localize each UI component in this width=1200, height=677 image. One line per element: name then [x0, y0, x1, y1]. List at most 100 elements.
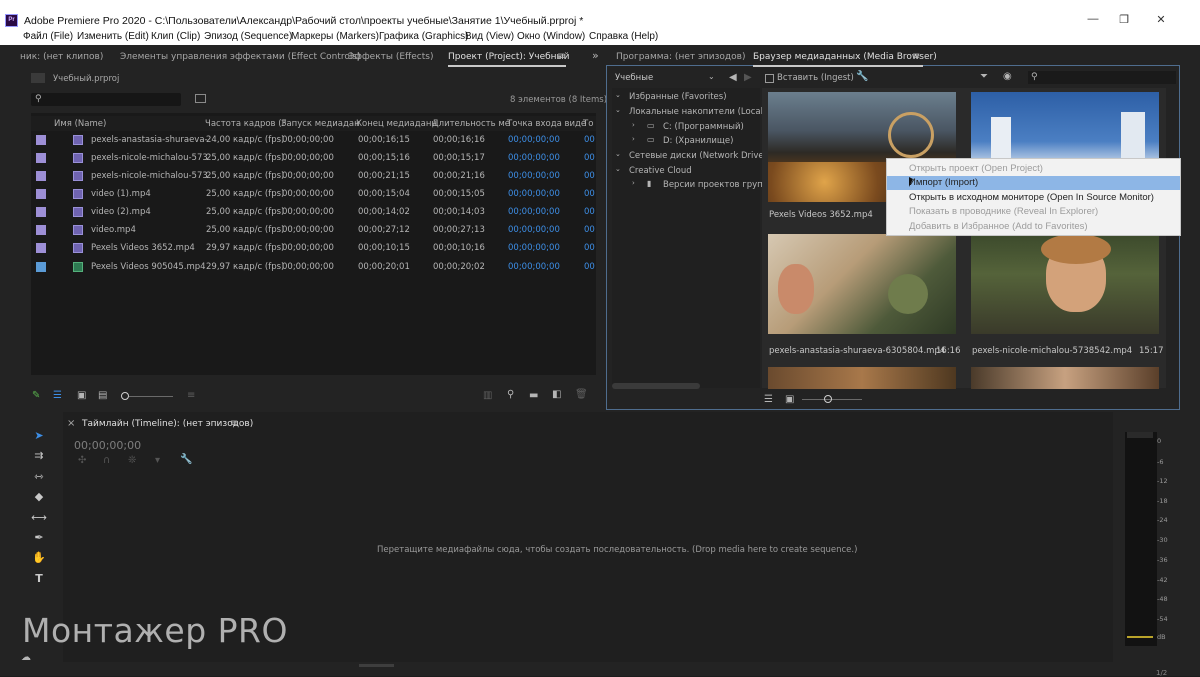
col-media-end[interactable]: Конец медиаданн	[356, 119, 437, 129]
table-row[interactable]: Pexels Videos 905045.mp4 29,97 кадр/с (f…	[31, 258, 596, 276]
clip-in-point[interactable]: 00;00;00;00	[508, 207, 560, 217]
clip-name[interactable]: video.mp4	[91, 225, 136, 235]
selection-tool-icon[interactable]: ➤	[30, 428, 48, 444]
back-arrow-icon[interactable]: ◀	[729, 73, 737, 83]
zoom-slider-handle[interactable]	[121, 392, 129, 400]
tree-drive-c[interactable]: C: (Программный)	[663, 122, 744, 132]
tree-team-project-versions[interactable]: Версии проектов группы	[663, 180, 775, 190]
thumbnail-zoom-track[interactable]	[802, 399, 862, 400]
clip-in-point[interactable]: 00;00;00;00	[508, 262, 560, 272]
chevron-right-icon[interactable]: ›	[632, 135, 635, 143]
wrench-icon[interactable]: 🔧	[856, 72, 868, 82]
table-row[interactable]: video.mp4 25,00 кадр/с (fps) 00;00;00;00…	[31, 221, 596, 239]
clip-name[interactable]: Pexels Videos 905045.mp4	[91, 262, 206, 272]
clip-in-point[interactable]: 00;00;00;00	[508, 171, 560, 181]
table-row[interactable]: pexels-nicole-michalou-573 25,00 кадр/с …	[31, 167, 596, 185]
tree-drive-d[interactable]: D: (Хранилище)	[663, 136, 733, 146]
label-color-swatch[interactable]	[36, 243, 46, 253]
label-color-swatch[interactable]	[36, 171, 46, 181]
clip-out-point[interactable]: 00	[584, 225, 595, 235]
thumbnail-zoom-handle[interactable]	[824, 395, 832, 403]
menu-sequence[interactable]: Эпизод (Sequence)	[204, 31, 292, 42]
clip-out-point[interactable]: 00	[584, 262, 595, 272]
clip-in-point[interactable]: 00;00;00;00	[508, 135, 560, 145]
icon-view-icon[interactable]: ▣	[77, 391, 86, 401]
label-color-swatch[interactable]	[36, 225, 46, 235]
clip-out-point[interactable]: 00	[584, 189, 595, 199]
panel-menu-icon[interactable]: ≡	[557, 52, 565, 62]
thumbnail-view-icon[interactable]: ▣	[785, 395, 794, 405]
clip-out-point[interactable]: 00	[584, 171, 595, 181]
chevron-down-icon[interactable]: ⌄	[615, 165, 621, 173]
slip-tool-icon[interactable]: ⟷	[30, 510, 48, 526]
linked-selection-icon[interactable]: ❊	[128, 456, 136, 466]
track-select-tool-icon[interactable]: ⇉	[30, 448, 48, 464]
clip-in-point[interactable]: 00;00;00;00	[508, 225, 560, 235]
automate-to-sequence-icon[interactable]: ▥	[483, 391, 492, 401]
tab-timeline[interactable]: Таймлайн (Timeline): (нет эпизодов)	[82, 419, 253, 429]
tree-network-drives[interactable]: Сетевые диски (Network Drives)	[629, 151, 771, 161]
media-search-input[interactable]: ⚲	[1028, 71, 1176, 84]
tree-horizontal-scrollbar[interactable]	[612, 383, 700, 389]
label-color-swatch[interactable]	[36, 189, 46, 199]
timeline-settings-wrench-icon[interactable]: 🔧	[180, 455, 192, 465]
menu-help[interactable]: Справка (Help)	[589, 31, 658, 42]
minimize-button[interactable]: —	[1078, 13, 1108, 25]
chevron-down-icon[interactable]: ⌄	[615, 150, 621, 158]
list-view-icon[interactable]: ☰	[53, 391, 62, 401]
timeline-scrollbar[interactable]	[359, 664, 394, 667]
label-color-swatch[interactable]	[36, 135, 46, 145]
table-row[interactable]: pexels-anastasia-shuraeva- 24,00 кадр/с …	[31, 131, 596, 149]
clip-in-point[interactable]: 00;00;00;00	[508, 243, 560, 253]
list-view-icon[interactable]: ☰	[764, 395, 773, 405]
ingest-checkbox[interactable]	[765, 74, 774, 83]
clip-name[interactable]: video (1).mp4	[91, 189, 151, 199]
panel-menu-icon[interactable]: ≡	[912, 52, 920, 62]
close-window-button[interactable]: ✕	[1146, 13, 1176, 26]
clip-name[interactable]: pexels-nicole-michalou-573	[91, 153, 208, 163]
table-row[interactable]: video (2).mp4 25,00 кадр/с (fps) 00;00;0…	[31, 203, 596, 221]
col-frame-rate[interactable]: Частота кадров (F	[205, 119, 286, 129]
label-color-swatch[interactable]	[36, 207, 46, 217]
type-tool-icon[interactable]: T	[30, 571, 48, 587]
ripple-edit-tool-icon[interactable]: ⇿	[30, 469, 48, 485]
tab-effects[interactable]: Эффекты (Effects)	[348, 52, 433, 62]
clip-out-point[interactable]: 00	[584, 135, 595, 145]
view-options-eye-icon[interactable]: ◉	[1003, 72, 1012, 82]
razor-tool-icon[interactable]: ◆	[30, 489, 48, 505]
tab-media-browser[interactable]: Браузер медиаданных (Media Browser)	[753, 52, 937, 62]
menu-item-reveal-in-explorer[interactable]: Показать в проводнике (Reveal In Explore…	[887, 205, 1180, 219]
pen-tool-icon[interactable]: ✒	[30, 530, 48, 546]
media-thumbnail[interactable]	[971, 367, 1159, 389]
table-row[interactable]: video (1).mp4 25,00 кадр/с (fps) 00;00;0…	[31, 185, 596, 203]
menu-graphics[interactable]: Графика (Graphics)	[379, 31, 468, 42]
tree-local-drives[interactable]: Локальные накопители (Local Driv	[629, 107, 783, 117]
tabs-overflow-icon[interactable]: »	[592, 50, 599, 61]
media-thumbnail[interactable]	[768, 367, 956, 389]
tree-favorites[interactable]: Избранные (Favorites)	[629, 92, 727, 102]
clip-in-point[interactable]: 00;00;00;00	[508, 153, 560, 163]
clip-name[interactable]: video (2).mp4	[91, 207, 151, 217]
media-thumbnail[interactable]	[971, 234, 1159, 334]
menu-item-add-to-favorites[interactable]: Добавить в Избранное (Add to Favorites)	[887, 220, 1180, 234]
filter-icon[interactable]: ⏷	[980, 72, 988, 82]
media-thumbnail[interactable]	[768, 234, 956, 334]
new-bin-icon[interactable]: ▬	[529, 391, 538, 401]
label-color-swatch[interactable]	[36, 262, 46, 272]
table-row[interactable]: Pexels Videos 3652.mp4 29,97 кадр/с (fps…	[31, 239, 596, 257]
menu-edit[interactable]: Изменить (Edit)	[77, 31, 149, 42]
col-media-start[interactable]: Запуск медиадан	[281, 119, 360, 129]
menu-item-open-project[interactable]: Открыть проект (Open Project)	[887, 162, 1180, 176]
col-video-in-point[interactable]: Точка входа виде	[507, 119, 586, 129]
clip-name[interactable]: pexels-nicole-michalou-573	[91, 171, 208, 181]
freeform-view-icon[interactable]: ▤	[98, 391, 107, 401]
clip-out-point[interactable]: 00	[584, 153, 595, 163]
sort-icon[interactable]: ≡	[187, 391, 195, 401]
project-search-input[interactable]: ⚲	[31, 93, 181, 106]
menu-view[interactable]: Вид (View)	[465, 31, 514, 42]
menu-item-import[interactable]: Импорт (Import)	[887, 176, 1180, 190]
menu-file[interactable]: Файл (File)	[23, 31, 73, 42]
menu-window[interactable]: Окно (Window)	[517, 31, 585, 42]
clip-out-point[interactable]: 00	[584, 207, 595, 217]
tab-effect-controls[interactable]: Элементы управления эффектами (Effect Co…	[120, 52, 361, 62]
